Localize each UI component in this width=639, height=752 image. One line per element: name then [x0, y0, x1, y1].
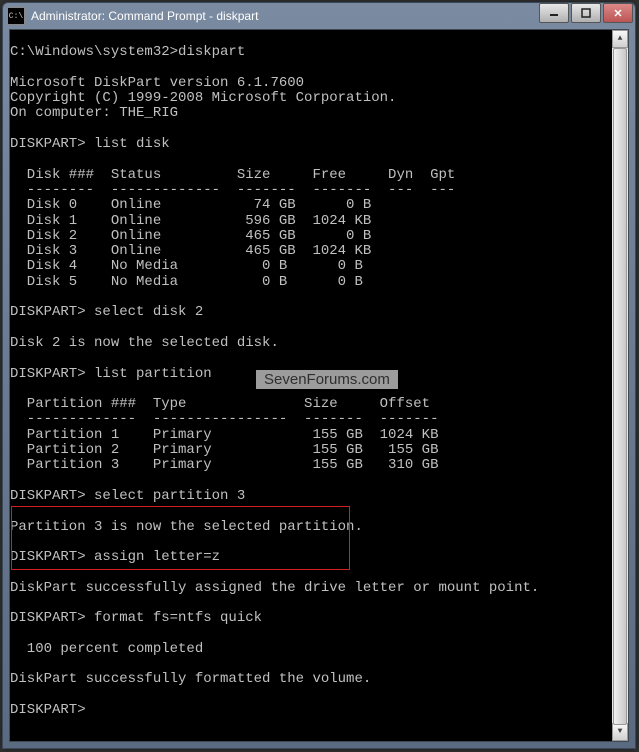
close-button[interactable]	[603, 3, 633, 23]
scrollbar[interactable]: ▲ ▼	[612, 30, 628, 741]
maximize-icon	[581, 8, 591, 18]
watermark-label: SevenForums.com	[256, 370, 398, 389]
scroll-down-button[interactable]: ▼	[612, 723, 628, 741]
scroll-thumb[interactable]	[613, 48, 627, 725]
scroll-up-button[interactable]: ▲	[612, 30, 628, 48]
minimize-button[interactable]	[539, 3, 569, 23]
maximize-button[interactable]	[571, 3, 601, 23]
titlebar[interactable]: C:\ Administrator: Command Prompt - disk…	[3, 3, 635, 29]
minimize-icon	[549, 8, 559, 18]
command-prompt-window: C:\ Administrator: Command Prompt - disk…	[2, 2, 636, 749]
cmd-icon: C:\	[7, 7, 25, 25]
scroll-track[interactable]	[612, 48, 628, 723]
terminal-output[interactable]: C:\Windows\system32>diskpart Microsoft D…	[9, 29, 629, 742]
close-icon	[613, 8, 623, 18]
window-controls	[539, 3, 633, 23]
